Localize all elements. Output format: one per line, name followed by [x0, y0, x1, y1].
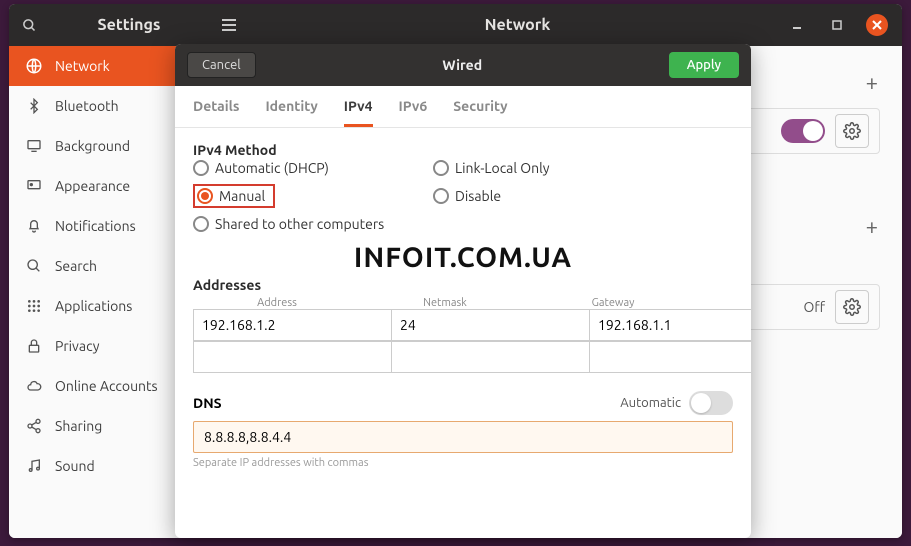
sidebar-item-label: Background — [55, 138, 130, 154]
add-vpn-button[interactable]: + — [866, 214, 878, 239]
sidebar-item-label: Sound — [55, 458, 95, 474]
address-headers: Address Netmask Gateway — [193, 297, 733, 309]
wired-settings-button[interactable] — [835, 114, 869, 148]
dialog-title: Wired — [256, 57, 669, 73]
proxy-settings-button[interactable] — [835, 290, 869, 324]
dialog-tabs: Details Identity IPv4 IPv6 Security — [175, 86, 751, 128]
sidebar-item-label: Network — [55, 58, 110, 74]
hamburger-button[interactable] — [209, 4, 249, 46]
sidebar-item-label: Privacy — [55, 338, 99, 354]
close-button[interactable] — [866, 14, 888, 36]
sidebar-item-label: Notifications — [55, 218, 136, 234]
proxy-off-label: Off — [803, 299, 825, 315]
share-icon — [25, 417, 43, 435]
dns-automatic-toggle[interactable] — [689, 391, 733, 415]
netmask-input[interactable] — [391, 341, 589, 373]
sidebar-item-label: Search — [55, 258, 97, 274]
display-icon — [25, 137, 43, 155]
watermark-text: INFOIT.COM.UA — [193, 242, 733, 273]
lock-icon — [25, 337, 43, 355]
radio-icon — [433, 188, 449, 204]
tab-identity[interactable]: Identity — [265, 98, 317, 127]
radio-shared[interactable]: Shared to other computers — [193, 216, 433, 232]
radio-icon — [193, 160, 209, 176]
maximize-icon — [831, 19, 843, 31]
grid-icon — [25, 297, 43, 315]
tab-security[interactable]: Security — [453, 98, 507, 127]
cloud-icon — [25, 377, 43, 395]
search-icon — [25, 257, 43, 275]
bluetooth-icon — [25, 97, 43, 115]
appearance-icon — [25, 177, 43, 195]
add-wired-button[interactable]: + — [866, 70, 878, 95]
maximize-button[interactable] — [826, 14, 848, 36]
cancel-button[interactable]: Cancel — [187, 52, 256, 78]
search-icon — [22, 18, 37, 33]
hamburger-icon — [221, 18, 237, 32]
sidebar-item-label: Applications — [55, 298, 132, 314]
dns-hint: Separate IP addresses with commas — [193, 457, 733, 469]
sidebar-item-label: Online Accounts — [55, 378, 158, 394]
ipv4-method-label: IPv4 Method — [193, 142, 277, 158]
sidebar-item-label: Appearance — [55, 178, 130, 194]
address-input[interactable] — [193, 309, 391, 341]
radio-icon — [193, 216, 209, 232]
dns-automatic-label: Automatic — [620, 396, 681, 410]
tab-ipv6[interactable]: IPv6 — [399, 98, 428, 127]
radio-icon — [197, 188, 213, 204]
dialog-header: Cancel Wired Apply — [175, 44, 751, 86]
minimize-icon — [791, 19, 803, 31]
titlebar-search-button[interactable] — [9, 4, 49, 46]
radio-link-local[interactable]: Link-Local Only — [433, 160, 633, 176]
radio-automatic[interactable]: Automatic (DHCP) — [193, 160, 433, 176]
address-input[interactable] — [193, 341, 391, 373]
close-icon — [871, 19, 883, 31]
gateway-input[interactable] — [589, 341, 751, 373]
radio-icon — [433, 160, 449, 176]
page-title: Network — [249, 16, 786, 34]
wired-settings-dialog: Cancel Wired Apply Details Identity IPv4… — [175, 44, 751, 538]
sidebar-item-label: Sharing — [55, 418, 102, 434]
minimize-button[interactable] — [786, 14, 808, 36]
tab-details[interactable]: Details — [193, 98, 239, 127]
sidebar-item-label: Bluetooth — [55, 98, 119, 114]
bell-icon — [25, 217, 43, 235]
titlebar: Settings Network — [9, 4, 902, 46]
apply-button[interactable]: Apply — [669, 52, 739, 78]
address-row — [193, 341, 733, 373]
address-row — [193, 309, 733, 341]
radio-disable[interactable]: Disable — [433, 184, 633, 208]
dns-label: DNS — [193, 395, 222, 411]
radio-manual[interactable]: Manual — [197, 188, 265, 204]
gear-icon — [843, 298, 861, 316]
tab-ipv4[interactable]: IPv4 — [344, 98, 373, 127]
music-icon — [25, 457, 43, 475]
window-controls — [786, 14, 902, 36]
app-title: Settings — [49, 16, 209, 34]
dialog-body: IPv4 Method Automatic (DHCP) Link-Local … — [175, 128, 751, 538]
addresses-label: Addresses — [193, 277, 733, 293]
netmask-input[interactable] — [391, 309, 589, 341]
dns-servers-input[interactable] — [193, 421, 733, 453]
network-icon — [25, 57, 43, 75]
gear-icon — [843, 122, 861, 140]
wired-toggle[interactable] — [781, 119, 825, 143]
gateway-input[interactable] — [589, 309, 751, 341]
